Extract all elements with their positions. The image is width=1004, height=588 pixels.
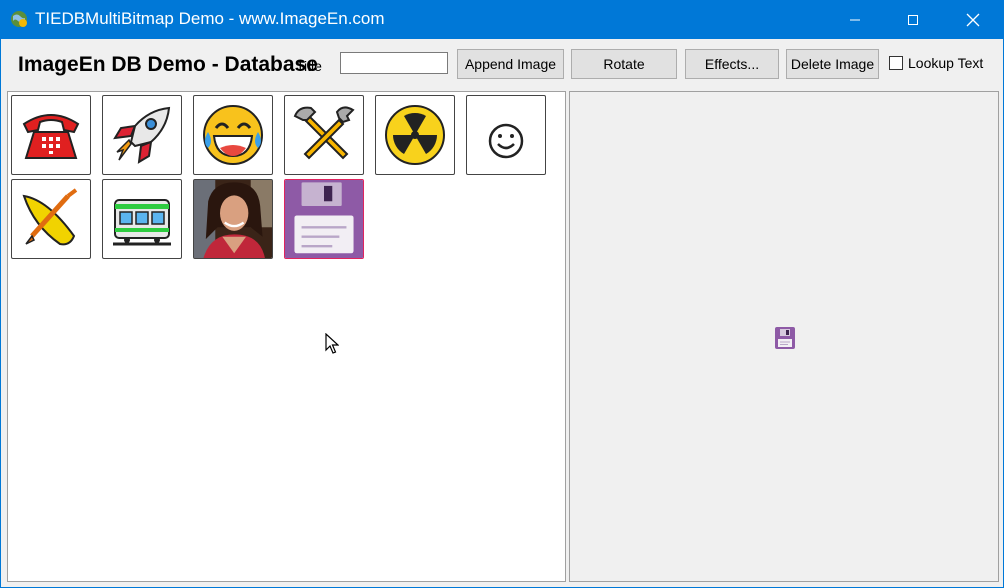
append-image-button[interactable]: Append Image (457, 49, 564, 79)
thumbnail-item[interactable] (284, 95, 364, 175)
close-icon (966, 13, 980, 26)
lookup-text-checkbox[interactable]: Lookup Text (889, 55, 983, 71)
image-preview-panel[interactable] (569, 91, 999, 582)
rocket-icon (113, 106, 171, 164)
app-window: TIEDBMultiBitmap Demo - www.ImageEn.com … (0, 0, 1004, 588)
tools-icon (293, 106, 355, 160)
minimize-icon (850, 19, 860, 20)
title-input[interactable] (340, 52, 448, 74)
thumbnail-grid[interactable] (7, 91, 566, 582)
telephone-icon (22, 114, 80, 159)
client-area: ImageEn DB Demo - Database Title Append … (1, 39, 1003, 587)
minimize-button[interactable] (832, 0, 878, 39)
portrait-photo (194, 180, 272, 258)
laughing-face-icon (203, 105, 263, 165)
effects-button[interactable]: Effects... (685, 49, 779, 79)
mouse-cursor-icon (325, 333, 339, 354)
title-bar[interactable]: TIEDBMultiBitmap Demo - www.ImageEn.com (0, 0, 1004, 39)
thumbnail-item[interactable] (102, 95, 182, 175)
floppy-disk-preview-icon (775, 327, 795, 349)
thumbnail-item[interactable] (11, 95, 91, 175)
tram-icon (113, 199, 171, 246)
thumbnail-item[interactable] (193, 95, 273, 175)
maximize-icon (908, 14, 918, 25)
smiley-icon (488, 123, 524, 159)
floppy-disk-icon (285, 180, 363, 258)
thumbnail-item[interactable] (11, 179, 91, 259)
thumbnail-item[interactable] (466, 95, 546, 175)
thumbnail-item[interactable] (193, 179, 273, 259)
title-field-label: Title (296, 58, 322, 74)
checkbox-box[interactable] (889, 56, 903, 70)
canoe-icon (22, 188, 78, 246)
window-title: TIEDBMultiBitmap Demo - www.ImageEn.com (35, 9, 385, 28)
thumbnail-item[interactable] (102, 179, 182, 259)
page-title: ImageEn DB Demo - Database (18, 53, 318, 76)
delete-image-button[interactable]: Delete Image (786, 49, 879, 79)
thumbnail-item[interactable] (375, 95, 455, 175)
radioactive-icon (385, 105, 445, 165)
app-globe-icon (11, 11, 27, 27)
rotate-button[interactable]: Rotate (571, 49, 677, 79)
maximize-button[interactable] (890, 0, 936, 39)
close-button[interactable] (950, 0, 996, 39)
lookup-text-label: Lookup Text (908, 55, 984, 71)
thumbnail-item-selected[interactable] (284, 179, 364, 259)
